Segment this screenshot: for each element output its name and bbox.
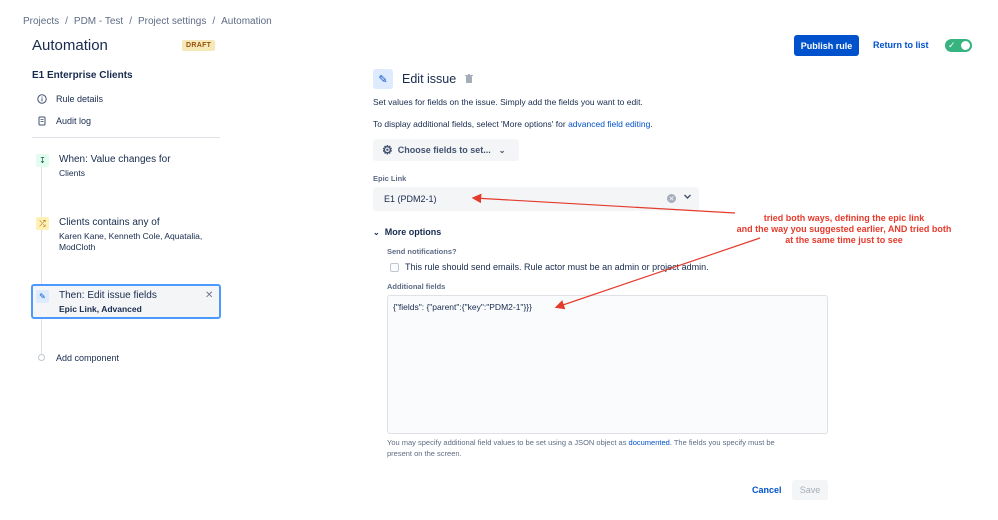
send-notifications-label: Send notifications? xyxy=(387,247,457,256)
sidebar-item-label: Rule details xyxy=(56,94,104,104)
gear-icon: ⚙ xyxy=(382,143,393,157)
sidebar-divider xyxy=(32,137,220,138)
additional-fields-label: Additional fields xyxy=(387,282,446,291)
save-button[interactable]: Save xyxy=(792,480,828,500)
info-icon xyxy=(36,93,48,105)
sidebar-item-rule-details[interactable]: Rule details xyxy=(36,93,103,105)
breadcrumb-projects[interactable]: Projects xyxy=(23,16,59,27)
timeline-line xyxy=(41,166,42,356)
component-action[interactable]: ✎ Then: Edit issue fields Epic Link, Adv… xyxy=(32,290,157,315)
description-text: Set values for fields on the issue. Simp… xyxy=(373,97,643,107)
rule-name: E1 Enterprise Clients xyxy=(32,70,133,81)
documented-link[interactable]: documented xyxy=(629,438,670,447)
help-text: You may specify additional field values … xyxy=(387,438,775,447)
breadcrumb-project-settings[interactable]: Project settings xyxy=(138,16,206,27)
check-icon: ✓ xyxy=(948,40,956,50)
publish-rule-button[interactable]: Publish rule xyxy=(794,35,859,56)
component-trigger[interactable]: ↧ When: Value changes for Clients xyxy=(32,154,171,179)
breadcrumb-project[interactable]: PDM - Test xyxy=(74,16,123,27)
cancel-button[interactable]: Cancel xyxy=(752,485,782,495)
sidebar-item-audit-log[interactable]: Audit log xyxy=(36,115,91,127)
rule-enabled-toggle[interactable]: ✓ xyxy=(945,39,972,52)
send-notifications-text: This rule should send emails. Rule actor… xyxy=(405,262,709,272)
breadcrumb-automation[interactable]: Automation xyxy=(221,16,272,27)
shuffle-icon: ⤮ xyxy=(36,217,49,230)
epic-link-select[interactable]: E1 (PDM2-1) xyxy=(373,187,699,211)
trigger-icon: ↧ xyxy=(36,154,49,167)
additional-fields-textarea[interactable]: {"fields": {"parent":{"key":"PDM2-1"}}} xyxy=(387,295,828,434)
pencil-icon: ✎ xyxy=(373,69,393,89)
more-options-toggle[interactable]: ⌄ More options xyxy=(373,227,441,237)
send-notifications-checkbox[interactable] xyxy=(390,263,399,272)
add-component-link[interactable]: Add component xyxy=(56,353,119,363)
component-condition[interactable]: ⤮ Clients contains any of Karen Kane, Ke… xyxy=(32,217,222,253)
epic-link-label: Epic Link xyxy=(373,174,407,183)
clear-icon[interactable]: ✕ xyxy=(667,194,676,203)
edit-issue-title: Edit issue xyxy=(402,72,457,86)
chevron-down-icon[interactable] xyxy=(683,192,692,203)
annotation-text: tried both ways, defining the epic link … xyxy=(736,213,952,245)
close-icon[interactable]: ✕ xyxy=(205,290,213,301)
help-text-line2: present on the screen. xyxy=(387,449,462,458)
description-more-options: To display additional fields, select 'Mo… xyxy=(373,119,653,129)
add-component-dot xyxy=(38,354,45,361)
sidebar-item-label: Audit log xyxy=(56,116,92,126)
choose-fields-button[interactable]: ⚙ Choose fields to set... ⌄ xyxy=(373,139,519,161)
toggle-knob xyxy=(961,41,970,50)
breadcrumb: Projects / PDM - Test / Project settings / Aut… xyxy=(23,16,272,27)
status-badge: DRAFT xyxy=(182,40,216,51)
pencil-icon: ✎ xyxy=(36,290,49,303)
trash-icon[interactable] xyxy=(465,74,473,85)
chevron-down-icon: ⌄ xyxy=(373,228,380,237)
chevron-down-icon: ⌄ xyxy=(498,145,506,155)
document-icon xyxy=(36,115,48,127)
advanced-field-editing-link[interactable]: advanced field editing xyxy=(568,119,650,129)
page-title: Automation xyxy=(32,37,108,54)
return-to-list-link[interactable]: Return to list xyxy=(873,40,929,50)
